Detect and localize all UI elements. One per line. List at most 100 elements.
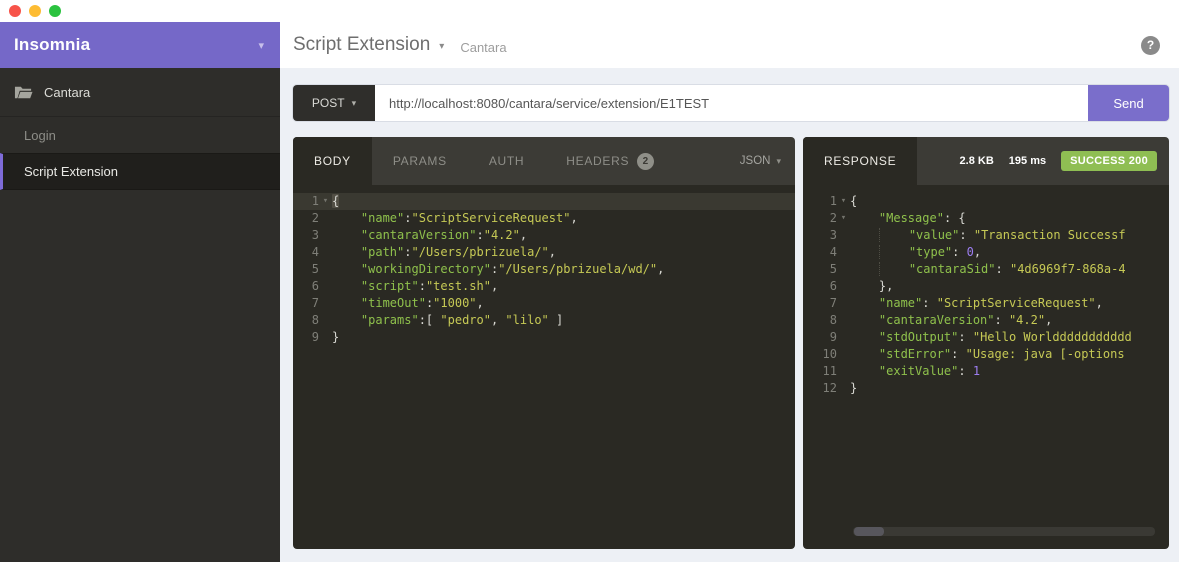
tab-label: HEADERS [566,154,629,168]
response-meta: 2.8 KB 195 ms SUCCESS 200 [960,151,1157,171]
content-type-label: JSON [740,155,771,167]
fold-spacer [319,244,332,261]
code-line[interactable]: 9 "stdOutput": "Hello Worlddddddddddd [803,329,1169,346]
code-text: "cantaraVersion":"4.2", [332,227,795,244]
code-text: "exitValue": 1 [850,363,1169,380]
tab-label: RESPONSE [824,154,896,168]
main-area: Script Extension ▾ Cantara ? POST ▾ Send… [280,22,1179,562]
sidebar-item-script-extension[interactable]: Script Extension [0,153,280,190]
code-line[interactable]: 7 "name": "ScriptServiceRequest", [803,295,1169,312]
fold-spacer [319,278,332,295]
code-line[interactable]: 4 "type": 0, [803,244,1169,261]
code-line[interactable]: 7 "timeOut":"1000", [293,295,795,312]
code-text: "name": "ScriptServiceRequest", [850,295,1169,312]
fold-spacer [319,295,332,312]
sidebar: Insomnia ▾ Cantara Login Script Extensio… [0,22,280,562]
code-line[interactable]: 12} [803,380,1169,397]
code-line[interactable]: 4 "path":"/Users/pbrizuela/", [293,244,795,261]
code-text: { [850,193,1169,210]
method-dropdown[interactable]: POST ▾ [293,85,375,121]
fold-arrow-icon[interactable]: ▾ [837,210,850,227]
line-number: 1 [293,193,319,210]
request-panel: BODY PARAMS AUTH HEADERS 2 JSON ▾ [293,137,795,549]
sidebar-folder-cantara[interactable]: Cantara [0,68,280,116]
sidebar-item-label: Script Extension [24,164,118,179]
response-tabbar: RESPONSE 2.8 KB 195 ms SUCCESS 200 [803,137,1169,185]
response-size: 2.8 KB [960,155,994,167]
url-input[interactable] [375,85,1088,121]
sidebar-item-login[interactable]: Login [0,116,280,153]
line-number: 4 [293,244,319,261]
fold-spacer [319,227,332,244]
tab-label: AUTH [489,154,524,168]
line-number: 6 [293,278,319,295]
tab-label: BODY [314,154,351,168]
help-icon[interactable]: ? [1141,36,1160,55]
request-name: Script Extension [293,34,430,56]
chevron-down-icon: ▾ [439,38,444,52]
send-button[interactable]: Send [1088,85,1169,121]
code-line[interactable]: 9} [293,329,795,346]
code-text: "name":"ScriptServiceRequest", [332,210,795,227]
code-line[interactable]: 6 }, [803,278,1169,295]
fold-arrow-icon[interactable]: ▾ [319,193,332,210]
sidebar-folder-label: Cantara [44,85,90,100]
line-number: 7 [293,295,319,312]
line-number: 4 [803,244,837,261]
code-line[interactable]: 5 "cantaraSid": "4d6969f7-868a-4 [803,261,1169,278]
url-bar: POST ▾ Send [293,85,1169,121]
code-line[interactable]: 6 "script":"test.sh", [293,278,795,295]
tab-headers[interactable]: HEADERS 2 [545,137,675,185]
code-line[interactable]: 1▾{ [293,193,795,210]
code-line[interactable]: 2▾ "Message": { [803,210,1169,227]
fold-spacer [837,380,850,397]
response-body-editor[interactable]: 1▾{2▾ "Message": {3 "value": "Transactio… [803,185,1169,549]
line-number: 6 [803,278,837,295]
code-line[interactable]: 8 "cantaraVersion": "4.2", [803,312,1169,329]
tab-response[interactable]: RESPONSE [803,137,917,185]
chevron-down-icon: ▾ [258,39,264,52]
app-menu-dropdown[interactable]: Insomnia ▾ [0,22,280,68]
code-line[interactable]: 8 "params":[ "pedro", "lilo" ] [293,312,795,329]
window-minimize-button[interactable] [29,5,41,17]
code-line[interactable]: 1▾{ [803,193,1169,210]
request-body-editor[interactable]: 1▾{2 "name":"ScriptServiceRequest",3 "ca… [293,185,795,549]
line-number: 8 [293,312,319,329]
fold-spacer [319,329,332,346]
line-number: 5 [293,261,319,278]
window-close-button[interactable] [9,5,21,17]
request-name-dropdown[interactable]: Script Extension ▾ [293,34,444,56]
fold-spacer [837,329,850,346]
code-line[interactable]: 5 "workingDirectory":"/Users/pbrizuela/w… [293,261,795,278]
code-text: "script":"test.sh", [332,278,795,295]
fold-spacer [837,261,850,278]
line-number: 3 [803,227,837,244]
response-panel: RESPONSE 2.8 KB 195 ms SUCCESS 200 1▾{2▾… [803,137,1169,549]
code-line[interactable]: 2 "name":"ScriptServiceRequest", [293,210,795,227]
code-text: "Message": { [850,210,1169,227]
fold-spacer [837,244,850,261]
code-line[interactable]: 11 "exitValue": 1 [803,363,1169,380]
code-line[interactable]: 10 "stdError": "Usage: java [-options [803,346,1169,363]
status-badge: SUCCESS 200 [1061,151,1157,171]
line-number: 2 [293,210,319,227]
tab-auth[interactable]: AUTH [468,137,545,185]
line-number: 9 [803,329,837,346]
scrollbar-thumb[interactable] [854,527,884,536]
code-text: "path":"/Users/pbrizuela/", [332,244,795,261]
tab-params[interactable]: PARAMS [372,137,468,185]
fold-spacer [319,261,332,278]
code-text: } [850,380,1169,397]
fold-spacer [319,210,332,227]
horizontal-scrollbar[interactable] [853,527,1155,536]
content-area: POST ▾ Send BODY PARAMS AUTH [280,68,1179,562]
code-line[interactable]: 3 "value": "Transaction Successf [803,227,1169,244]
tab-body[interactable]: BODY [293,137,372,185]
code-line[interactable]: 3 "cantaraVersion":"4.2", [293,227,795,244]
code-text: "cantaraSid": "4d6969f7-868a-4 [850,261,1169,278]
fold-arrow-icon[interactable]: ▾ [837,193,850,210]
line-number: 11 [803,363,837,380]
line-number: 3 [293,227,319,244]
window-zoom-button[interactable] [49,5,61,17]
content-type-dropdown[interactable]: JSON ▾ [740,155,781,167]
